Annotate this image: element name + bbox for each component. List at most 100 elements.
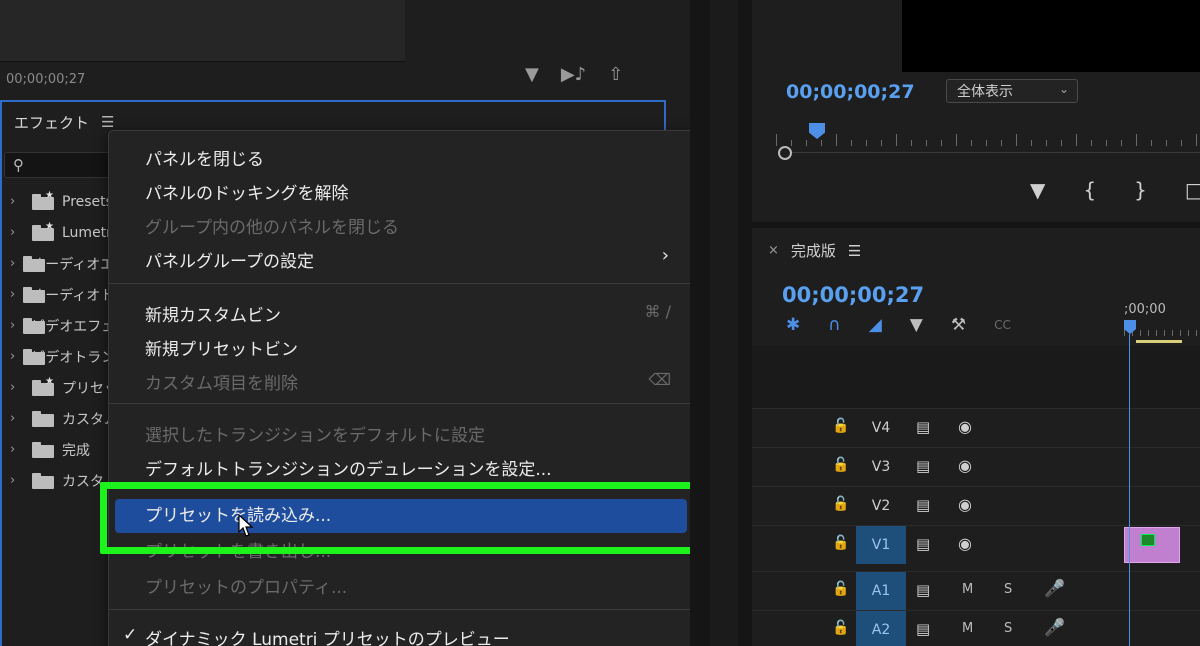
menu-item[interactable]: カスタム項目を削除 <box>145 369 298 394</box>
zoom-level-value: 全体表示 <box>957 84 1013 100</box>
menu-item[interactable]: パネルを閉じる <box>145 145 264 170</box>
lock-icon[interactable]: 🔓 <box>832 496 849 512</box>
ruler-tick <box>866 140 867 146</box>
lock-icon[interactable]: 🔓 <box>832 457 849 473</box>
panel-menu-icon[interactable]: ☰ <box>101 113 114 131</box>
eye-icon[interactable]: ◉ <box>958 534 972 553</box>
microphone-icon[interactable]: 🎤 <box>1044 579 1065 599</box>
sync-lock-icon[interactable]: ▤ <box>916 457 930 475</box>
ruler-tick <box>851 140 852 146</box>
ruler-tick <box>941 140 942 146</box>
nest-icon[interactable]: ✱ <box>786 315 800 335</box>
sync-lock-icon[interactable]: ▤ <box>916 535 930 553</box>
menu-item[interactable]: パネルグループの設定 <box>145 247 314 272</box>
chevron-right-icon[interactable]: › <box>10 194 24 209</box>
timeline-tools: ✱ ∩ ◢ ▼ ⚒ CC <box>786 315 1011 335</box>
chevron-right-icon[interactable]: › <box>10 225 24 240</box>
lock-icon[interactable]: 🔓 <box>832 535 849 551</box>
ruler-tick <box>956 134 957 146</box>
filter-icon[interactable]: ▼ <box>525 64 539 85</box>
effects-search-input[interactable]: ⚲ <box>4 152 124 178</box>
track-target-button[interactable]: A1 <box>856 572 906 610</box>
chevron-right-icon[interactable]: › <box>10 349 15 364</box>
eye-icon[interactable]: ◉ <box>958 495 972 514</box>
menu-item[interactable]: デフォルトトランジションのデュレーションを設定... <box>145 455 552 480</box>
folder-icon: ★ <box>32 221 54 241</box>
mark-in-icon[interactable]: { <box>1083 178 1096 202</box>
snap-magnet-icon[interactable]: ∩ <box>828 315 840 335</box>
timeline-ruler-label: ;00;00 <box>1124 302 1166 317</box>
panel-menu-icon[interactable]: ☰ <box>848 242 861 260</box>
source-monitor-toolbar: ▼ ▶♪ ⇧ <box>525 64 623 85</box>
chevron-right-icon[interactable]: › <box>10 287 15 302</box>
add-marker-icon[interactable]: ▼ <box>1030 178 1045 202</box>
lock-icon[interactable]: 🔓 <box>832 418 849 434</box>
chevron-right-icon[interactable]: › <box>10 411 24 426</box>
sync-lock-icon[interactable]: ▤ <box>916 496 930 514</box>
chevron-right-icon[interactable]: › <box>10 442 24 457</box>
chevron-right-icon[interactable]: › <box>10 473 24 488</box>
menu-item[interactable]: ダイナミック Lumetri プリセットのプレビュー <box>145 625 510 646</box>
solo-button[interactable]: S <box>1004 582 1012 597</box>
video-clip[interactable] <box>1124 527 1180 563</box>
ruler-tick <box>1061 140 1062 146</box>
ruler-tick <box>911 140 912 146</box>
captions-icon[interactable]: CC <box>994 315 1011 335</box>
microphone-icon[interactable]: 🎤 <box>1044 618 1065 638</box>
track-target-button[interactable]: A2 <box>856 611 906 646</box>
go-to-in-icon[interactable]: □ <box>1185 178 1200 202</box>
panel-divider[interactable] <box>738 0 752 646</box>
checkmark-icon: ✓ <box>123 625 138 645</box>
track-target-button[interactable]: V1 <box>856 526 906 564</box>
zoom-level-select[interactable]: 全体表示 ⌄ <box>946 79 1078 103</box>
lock-icon[interactable]: 🔓 <box>832 581 849 597</box>
program-time-ruler[interactable] <box>776 124 1200 146</box>
timeline-timecode[interactable]: 00;00;00;27 <box>782 283 924 307</box>
ruler-tick <box>986 140 987 146</box>
panel-divider[interactable] <box>690 0 710 646</box>
menu-item[interactable]: 新規プリセットビン <box>145 335 298 360</box>
eye-icon[interactable]: ◉ <box>958 417 972 436</box>
lock-icon[interactable]: 🔓 <box>832 620 849 636</box>
timeline-empty-space <box>752 346 1200 408</box>
ruler-tick <box>1016 134 1017 146</box>
track-target-button[interactable]: V4 <box>856 409 906 447</box>
eye-icon[interactable]: ◉ <box>958 456 972 475</box>
menu-item[interactable]: 新規カスタムビン <box>145 301 281 326</box>
menu-item[interactable]: グループ内の他のパネルを閉じる <box>145 213 399 238</box>
sync-lock-icon[interactable]: ▤ <box>916 418 930 436</box>
effects-panel-title[interactable]: エフェクト <box>14 112 89 133</box>
export-icon[interactable]: ⇧ <box>608 64 623 85</box>
source-timecode: 00;00;00;27 <box>6 72 86 87</box>
insert-icon[interactable]: ▶♪ <box>561 64 586 85</box>
menu-item[interactable]: プリセットのプロパティ... <box>145 573 347 598</box>
solo-button[interactable]: S <box>1004 621 1012 636</box>
timeline-track-header: 🔓 V3 ▤ ◉ <box>752 447 1200 485</box>
mark-out-icon[interactable]: } <box>1134 178 1147 202</box>
menu-item[interactable]: 選択したトランジションをデフォルトに設定 <box>145 421 485 446</box>
sequence-title[interactable]: 完成版 <box>791 240 836 261</box>
timeline-tab[interactable]: × 完成版 ☰ <box>768 240 861 261</box>
track-target-button[interactable]: V3 <box>856 448 906 486</box>
panel-context-menu: パネルを閉じるパネルのドッキングを解除グループ内の他のパネルを閉じる パネルグルー… <box>108 130 694 646</box>
chevron-right-icon[interactable]: › <box>10 318 15 333</box>
work-area-bar[interactable] <box>1136 340 1182 343</box>
sync-lock-icon[interactable]: ▤ <box>916 620 930 638</box>
mute-button[interactable]: M <box>962 582 973 597</box>
track-target-button[interactable]: V2 <box>856 487 906 525</box>
ruler-tick <box>1121 140 1122 146</box>
ruler-tick <box>1180 330 1181 336</box>
mute-button[interactable]: M <box>962 621 973 636</box>
chevron-right-icon[interactable]: › <box>10 256 15 271</box>
program-scrub-bar[interactable] <box>792 152 1200 153</box>
menu-item[interactable]: パネルのドッキングを解除 <box>145 179 349 204</box>
sync-lock-icon[interactable]: ▤ <box>916 581 930 599</box>
chevron-right-icon: › <box>661 245 669 266</box>
add-marker-icon[interactable]: ▼ <box>910 315 923 335</box>
wrench-icon[interactable]: ⚒ <box>951 315 966 335</box>
linked-selection-icon[interactable]: ◢ <box>869 315 882 335</box>
program-timecode[interactable]: 00;00;00;27 <box>786 81 915 103</box>
program-zoom-handle[interactable] <box>778 146 792 160</box>
chevron-right-icon[interactable]: › <box>10 380 24 395</box>
close-icon[interactable]: × <box>768 243 779 258</box>
